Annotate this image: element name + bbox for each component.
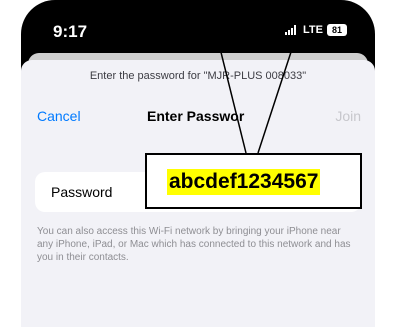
password-callout: abcdef1234567	[145, 153, 362, 209]
password-value-highlight: abcdef1234567	[167, 169, 321, 195]
battery-icon: 81	[327, 24, 347, 36]
sheet-title: Enter Passwor	[147, 108, 245, 124]
password-field-label: Password	[51, 184, 113, 200]
help-text: You can also access this Wi-Fi network b…	[37, 226, 351, 263]
status-time: 9:17	[53, 22, 88, 41]
signal-icon	[285, 25, 299, 35]
cancel-button[interactable]: Cancel	[37, 108, 81, 124]
battery-level: 81	[331, 25, 342, 35]
status-indicators: LTE 81	[285, 24, 347, 36]
status-bar: 9:17 LTE 81	[21, 0, 375, 56]
sheet-nav-bar: Cancel Enter Passwor Join	[21, 108, 375, 128]
network-type: LTE	[303, 24, 323, 36]
join-button[interactable]: Join	[335, 108, 361, 124]
password-prompt: Enter the password for "MJR-PLUS 008033"	[89, 70, 307, 82]
